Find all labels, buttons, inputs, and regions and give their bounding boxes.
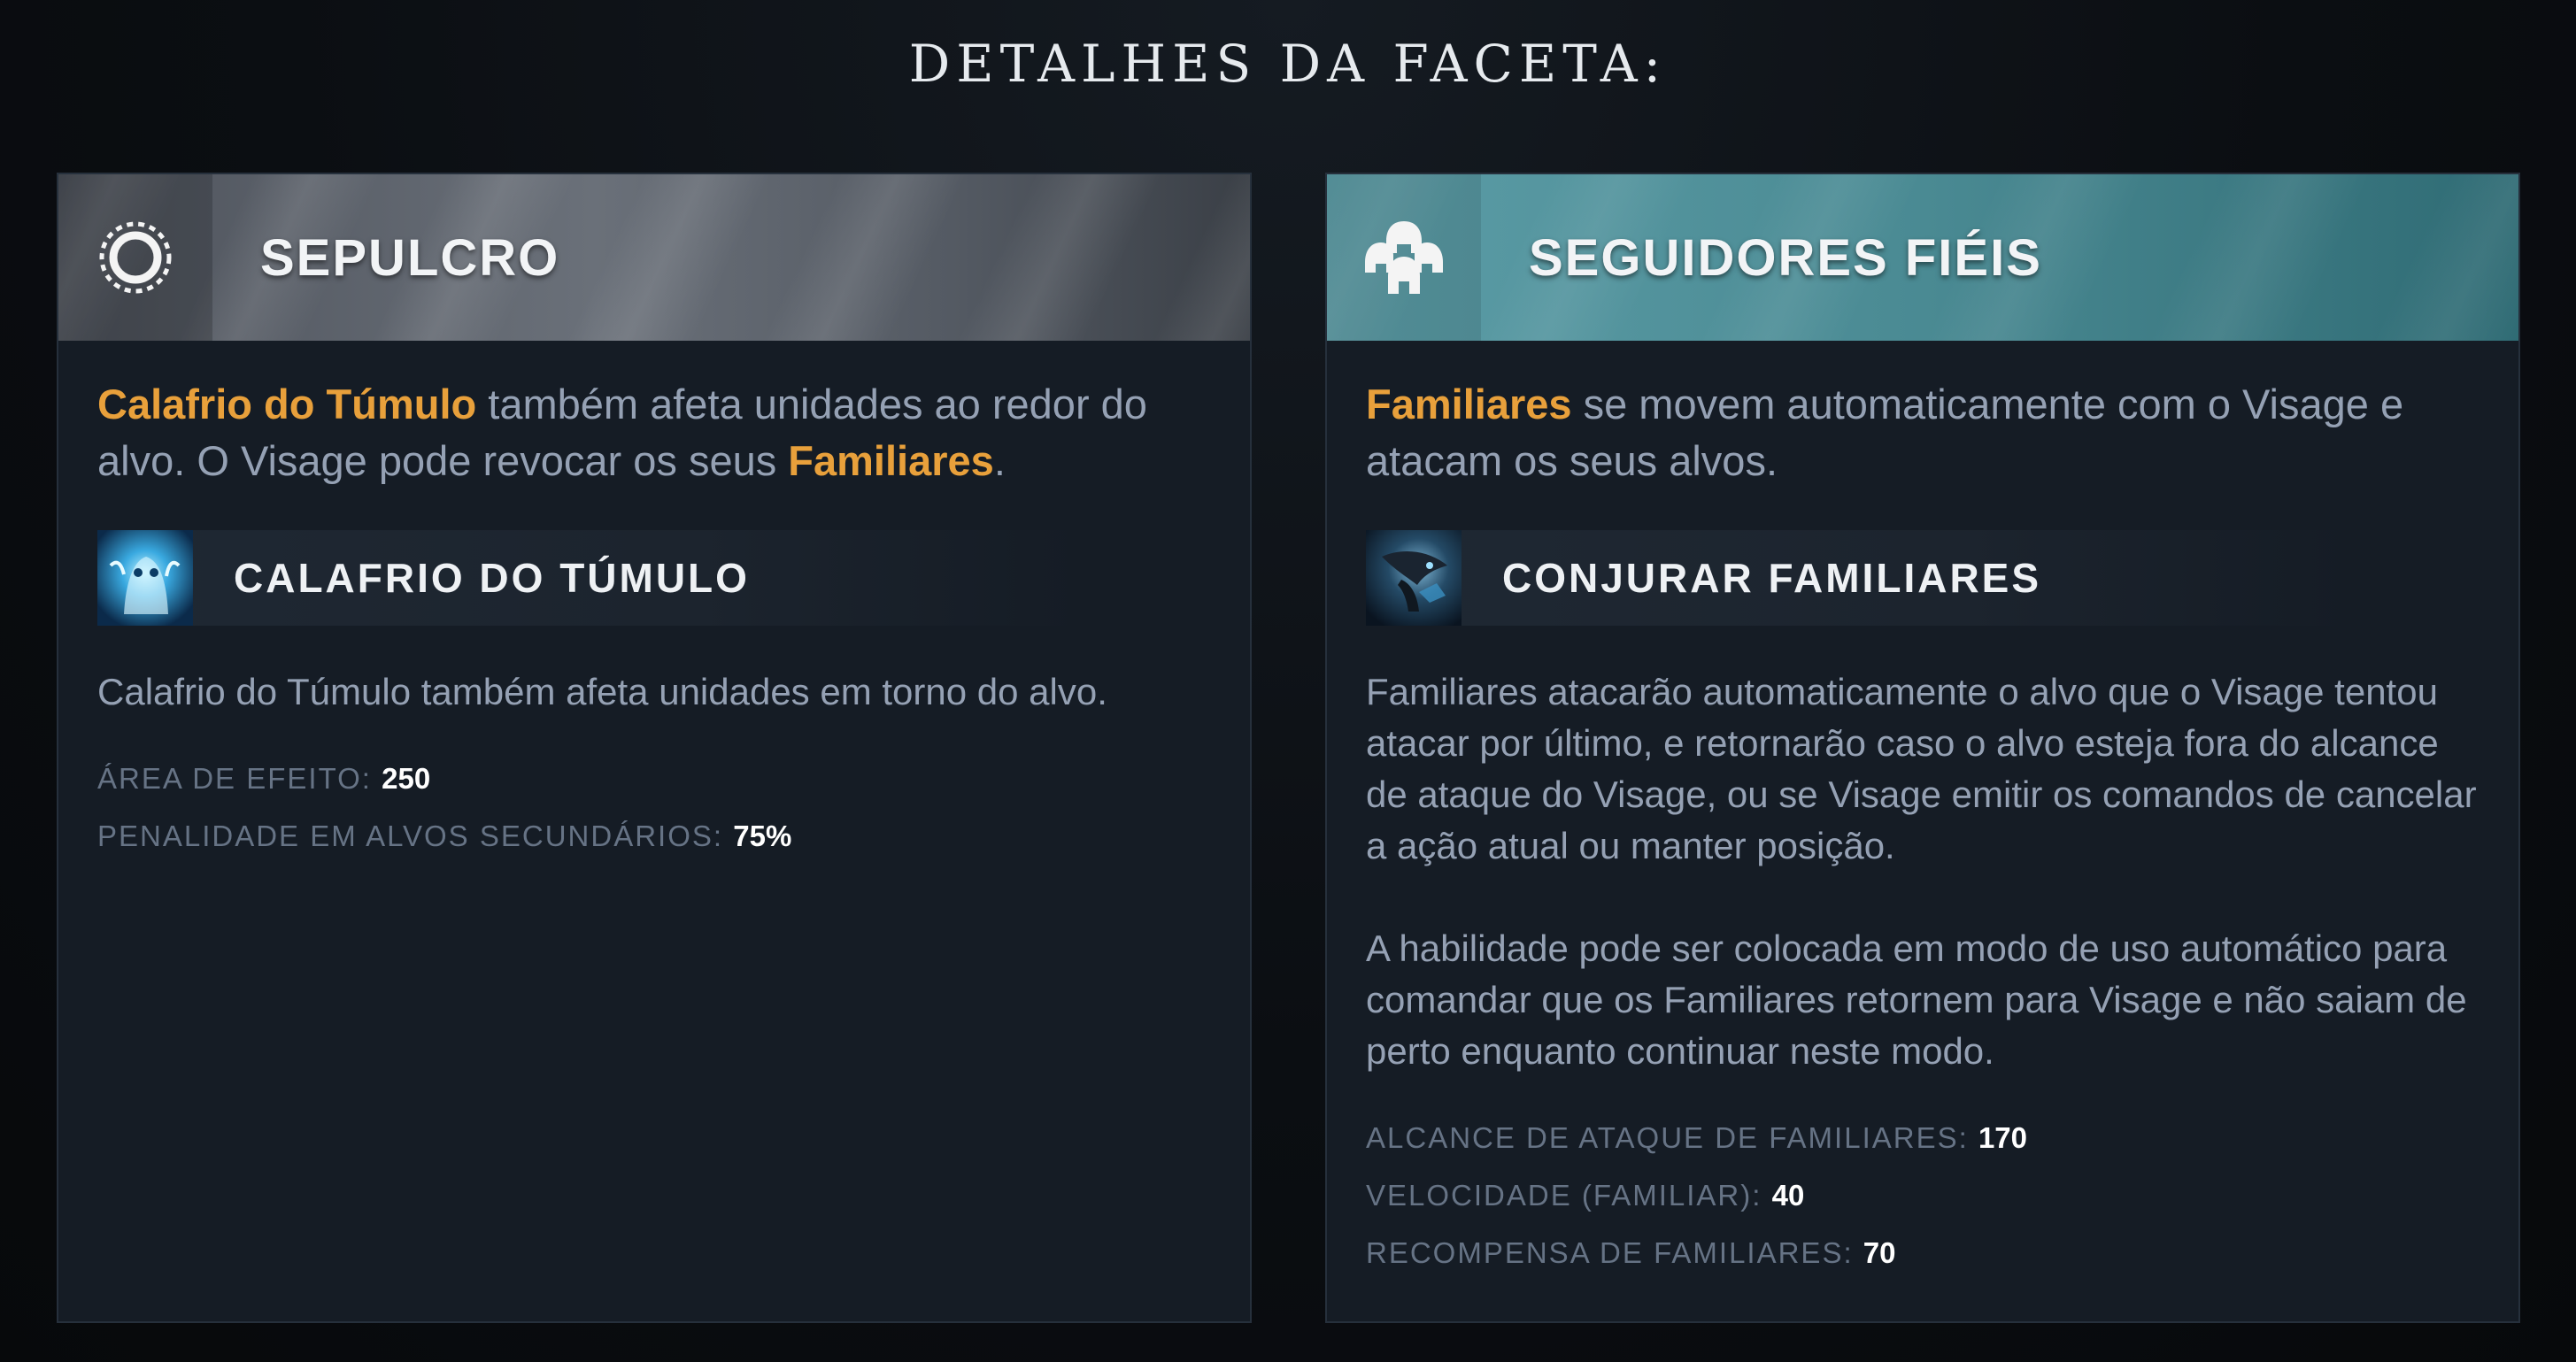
- ability-row[interactable]: CALAFRIO DO TÚMULO: [97, 530, 1080, 626]
- ability-stats: ÁREA DE EFEITO: 250 PENALIDADE EM ALVOS …: [97, 750, 1211, 865]
- stat-value: 40: [1771, 1179, 1805, 1212]
- facet-card-seguidores-fieis: SEGUIDORES FIÉIS Familiares se movem aut…: [1325, 173, 2520, 1323]
- facet-icon-box: [58, 174, 212, 341]
- stat-label: RECOMPENSA DE FAMILIARES:: [1366, 1236, 1854, 1269]
- stat-value: 75%: [733, 820, 792, 852]
- facet-header: SEPULCRO: [58, 174, 1250, 341]
- stat-value: 250: [382, 762, 431, 795]
- stat-label: VELOCIDADE (FAMILIAR):: [1366, 1179, 1762, 1212]
- highlight-term: Calafrio do Túmulo: [97, 381, 477, 427]
- ability-name: CONJURAR FAMILIARES: [1502, 555, 2042, 601]
- stat-value: 170: [1978, 1121, 2028, 1154]
- helmets-group-icon: [1365, 221, 1443, 294]
- highlight-term: Familiares: [1366, 381, 1572, 427]
- summon-familiars-icon: [1366, 530, 1462, 626]
- facet-title: SEGUIDORES FIÉIS: [1529, 228, 2042, 287]
- facet-card-sepulcro: SEPULCRO Calafrio do Túmulo também afeta…: [57, 173, 1252, 1323]
- facet-title: SEPULCRO: [260, 228, 560, 287]
- grave-chill-icon: [97, 530, 193, 626]
- facet-description: Familiares se movem automaticamente com …: [1366, 376, 2480, 489]
- stat-row: VELOCIDADE (FAMILIAR): 40: [1366, 1166, 2480, 1224]
- page-title: DETALHES DA FACETA:: [908, 34, 1668, 94]
- ability-row[interactable]: CONJURAR FAMILIARES: [1366, 530, 2348, 626]
- facet-header: SEGUIDORES FIÉIS: [1327, 174, 2518, 341]
- ability-name: CALAFRIO DO TÚMULO: [234, 555, 750, 601]
- stat-label: PENALIDADE EM ALVOS SECUNDÁRIOS:: [97, 820, 724, 852]
- stat-label: ALCANCE DE ATAQUE DE FAMILIARES:: [1366, 1121, 1969, 1154]
- desc-text: .: [993, 437, 1006, 484]
- stat-row: PENALIDADE EM ALVOS SECUNDÁRIOS: 75%: [97, 807, 1211, 865]
- stat-value: 70: [1863, 1236, 1896, 1269]
- stat-row: ÁREA DE EFEITO: 250: [97, 750, 1211, 807]
- stat-row: ALCANCE DE ATAQUE DE FAMILIARES: 170: [1366, 1109, 2480, 1166]
- ability-description: Calafrio do Túmulo também afeta unidades…: [97, 671, 1107, 712]
- ability-stats: ALCANCE DE ATAQUE DE FAMILIARES: 170 VEL…: [1366, 1109, 2480, 1281]
- highlight-term: Familiares: [788, 437, 994, 484]
- stat-row: RECOMPENSA DE FAMILIARES: 70: [1366, 1224, 2480, 1281]
- facet-description: Calafrio do Túmulo também afeta unidades…: [97, 376, 1211, 489]
- circle-ring-icon: [99, 221, 172, 294]
- facet-icon-box: [1327, 174, 1481, 341]
- stat-label: ÁREA DE EFEITO:: [97, 762, 372, 795]
- ability-description: Familiares atacarão automaticamente o al…: [1366, 671, 2477, 1072]
